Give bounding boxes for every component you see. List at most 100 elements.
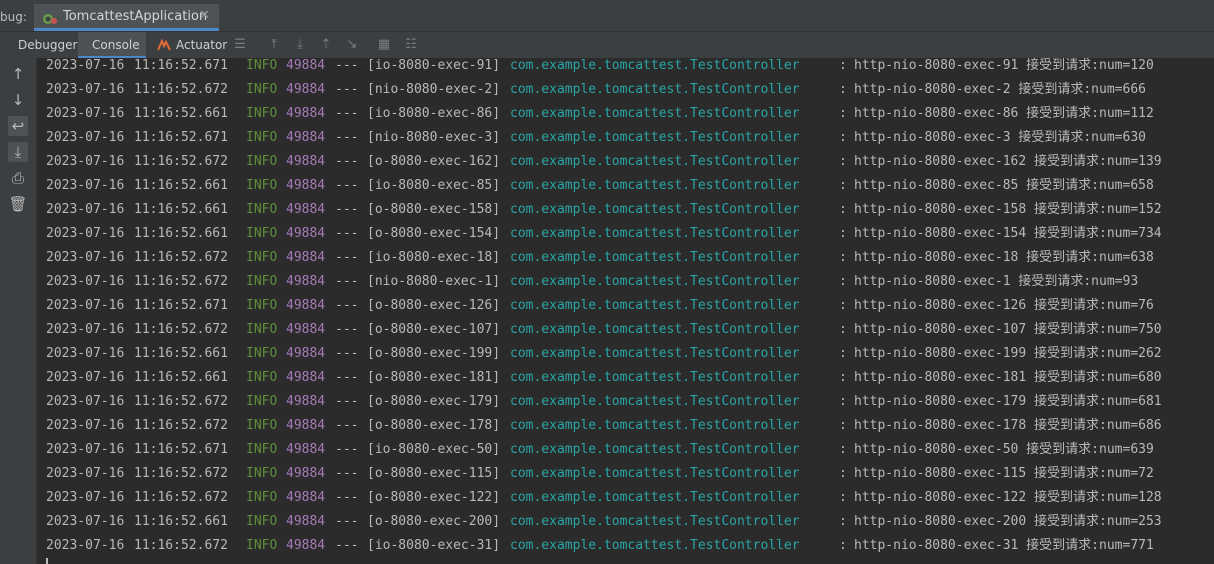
- log-colon: :: [839, 418, 847, 433]
- tab-console[interactable]: Console: [78, 32, 146, 58]
- print-icon[interactable]: ⎙: [8, 168, 28, 188]
- log-date: 2023-07-16: [46, 466, 125, 481]
- log-date: 2023-07-16: [46, 58, 125, 73]
- show-execution-point-icon[interactable]: ⤒: [266, 37, 282, 53]
- log-date: 2023-07-16: [46, 250, 125, 265]
- console-output[interactable]: 2023-07-16 11:16:52.671 INFO 49884 --- [io-80…: [37, 58, 1214, 564]
- log-message: http-nio-8080-exec-181 接受到请求:num=680: [854, 370, 1162, 385]
- log-thread: [io-8080-exec-31]: [367, 538, 501, 553]
- step-over-icon[interactable]: ⤓: [292, 37, 308, 53]
- log-thread: [o-8080-exec-107]: [367, 322, 501, 337]
- log-date: 2023-07-16: [46, 538, 125, 553]
- log-pid: 49884: [286, 346, 326, 361]
- log-date: 2023-07-16: [46, 274, 125, 289]
- log-level: INFO: [246, 154, 278, 169]
- log-thread: [io-8080-exec-86]: [367, 106, 501, 121]
- log-logger: com.example.tomcattest.TestController: [510, 106, 800, 121]
- log-pid: 49884: [286, 490, 326, 505]
- log-sep: ---: [335, 250, 359, 265]
- log-time: 11:16:52.672: [134, 418, 228, 433]
- tab-debugger[interactable]: Debugger: [8, 32, 77, 58]
- log-logger: com.example.tomcattest.TestController: [510, 418, 800, 433]
- log-time: 11:16:52.671: [134, 130, 228, 145]
- log-sep: ---: [335, 202, 359, 217]
- log-level: INFO: [246, 178, 278, 193]
- log-logger: com.example.tomcattest.TestController: [510, 58, 800, 73]
- debug-tab-bar: bug: TomcattestApplication ✕: [0, 4, 1214, 32]
- actuator-icon: [157, 39, 171, 51]
- log-message: http-nio-8080-exec-3 接受到请求:num=630: [854, 130, 1146, 145]
- log-logger: com.example.tomcattest.TestController: [510, 202, 800, 217]
- log-sep: ---: [335, 514, 359, 529]
- tab-actuator[interactable]: Actuator: [150, 32, 228, 58]
- log-pid: 49884: [286, 82, 326, 97]
- log-pid: 49884: [286, 178, 326, 193]
- log-level: INFO: [246, 58, 278, 73]
- log-date: 2023-07-16: [46, 514, 125, 529]
- log-level: INFO: [246, 418, 278, 433]
- up-arrow-icon[interactable]: ↑: [8, 64, 28, 84]
- log-colon: :: [839, 178, 847, 193]
- log-sep: ---: [335, 394, 359, 409]
- tab-console-label: Console: [92, 38, 140, 52]
- log-time: 11:16:52.672: [134, 490, 228, 505]
- step-out-icon[interactable]: ↘: [344, 37, 360, 53]
- trace-icon[interactable]: ☷: [403, 37, 419, 53]
- log-colon: :: [839, 298, 847, 313]
- log-thread: [io-8080-exec-91]: [367, 58, 501, 73]
- console-side-toolbar: ↑ ↓ ↩ ⤓ ⎙ 🗑: [0, 58, 37, 564]
- step-into-icon[interactable]: ⇡: [318, 37, 334, 53]
- log-message: http-nio-8080-exec-2 接受到请求:num=666: [854, 82, 1146, 97]
- log-logger: com.example.tomcattest.TestController: [510, 394, 800, 409]
- trash-icon[interactable]: 🗑: [8, 194, 28, 214]
- tab-actuator-label: Actuator: [176, 38, 228, 52]
- scroll-to-end-icon[interactable]: ⤓: [8, 142, 28, 162]
- log-pid: 49884: [286, 418, 326, 433]
- evaluate-icon[interactable]: ▦: [376, 37, 392, 53]
- log-colon: :: [839, 370, 847, 385]
- log-thread: [o-8080-exec-122]: [367, 490, 501, 505]
- log-logger: com.example.tomcattest.TestController: [510, 178, 800, 193]
- log-pid: 49884: [286, 514, 326, 529]
- log-level: INFO: [246, 250, 278, 265]
- log-time: 11:16:52.672: [134, 394, 228, 409]
- log-thread: [o-8080-exec-199]: [367, 346, 501, 361]
- log-sep: ---: [335, 466, 359, 481]
- soft-wrap-icon[interactable]: ↩: [8, 116, 28, 136]
- log-time: 11:16:52.661: [134, 226, 228, 241]
- log-logger: com.example.tomcattest.TestController: [510, 442, 800, 457]
- log-sep: ---: [335, 58, 359, 73]
- log-level: INFO: [246, 514, 278, 529]
- log-pid: 49884: [286, 274, 326, 289]
- log-date: 2023-07-16: [46, 154, 125, 169]
- log-logger: com.example.tomcattest.TestController: [510, 226, 800, 241]
- log-sep: ---: [335, 346, 359, 361]
- log-pid: 49884: [286, 298, 326, 313]
- log-message: http-nio-8080-exec-91 接受到请求:num=120: [854, 58, 1154, 73]
- log-logger: com.example.tomcattest.TestController: [510, 82, 800, 97]
- log-colon: :: [839, 130, 847, 145]
- log-date: 2023-07-16: [46, 298, 125, 313]
- log-pid: 49884: [286, 466, 326, 481]
- log-time: 11:16:52.672: [134, 538, 228, 553]
- log-date: 2023-07-16: [46, 322, 125, 337]
- log-logger: com.example.tomcattest.TestController: [510, 130, 800, 145]
- log-message: http-nio-8080-exec-158 接受到请求:num=152: [854, 202, 1162, 217]
- log-level: INFO: [246, 538, 278, 553]
- close-icon[interactable]: ✕: [199, 8, 210, 23]
- log-date: 2023-07-16: [46, 178, 125, 193]
- log-thread: [o-8080-exec-179]: [367, 394, 501, 409]
- log-thread: [io-8080-exec-50]: [367, 442, 501, 457]
- log-thread: [o-8080-exec-162]: [367, 154, 501, 169]
- run-config-tab[interactable]: TomcattestApplication ✕: [34, 4, 219, 31]
- down-arrow-icon[interactable]: ↓: [8, 90, 28, 110]
- log-message: http-nio-8080-exec-122 接受到请求:num=128: [854, 490, 1162, 505]
- log-pid: 49884: [286, 106, 326, 121]
- log-sep: ---: [335, 490, 359, 505]
- log-level: INFO: [246, 82, 278, 97]
- log-thread: [o-8080-exec-181]: [367, 370, 501, 385]
- log-sep: ---: [335, 178, 359, 193]
- log-message: http-nio-8080-exec-85 接受到请求:num=658: [854, 178, 1154, 193]
- log-date: 2023-07-16: [46, 346, 125, 361]
- layout-icon[interactable]: ☰: [232, 37, 248, 53]
